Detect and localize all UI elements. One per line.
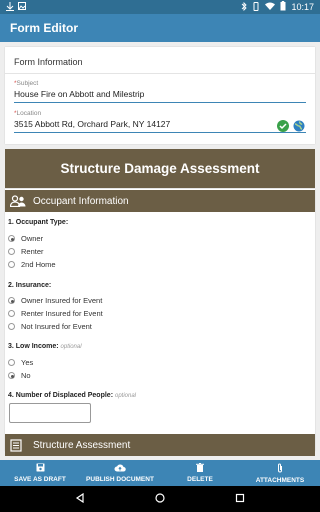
building-icon: [10, 438, 28, 452]
insurance-not-insured[interactable]: Not Insured for Event: [8, 322, 92, 331]
low-income-question: 3. Low Income: optional: [8, 343, 82, 350]
paperclip-icon: [277, 463, 283, 475]
subject-label: *Subject: [14, 80, 39, 87]
trash-icon: [196, 463, 204, 474]
displaced-people-question: 4. Number of Displaced People: optional: [8, 392, 137, 399]
low-income-no[interactable]: No: [8, 371, 31, 380]
app-title: Form Editor: [10, 21, 78, 35]
attachments-button[interactable]: ATTACHMENTS: [240, 460, 320, 486]
form-info-header: Form Information: [5, 47, 315, 74]
save-as-draft-button[interactable]: SAVE AS DRAFT: [0, 460, 80, 486]
bluetooth-icon: [241, 1, 248, 13]
occupant-section-header[interactable]: Occupant Information: [5, 190, 315, 212]
occupant-section-title: Occupant Information: [33, 195, 129, 207]
location-input[interactable]: 3515 Abbott Rd, Orchard Park, NY 14127: [14, 117, 306, 133]
home-icon[interactable]: [155, 490, 165, 508]
form-content[interactable]: Form Information *Subject House Fire on …: [0, 42, 320, 460]
banner-title: Structure Damage Assessment: [60, 161, 260, 176]
subject-field[interactable]: *Subject House Fire on Abbott and Milest…: [5, 80, 315, 103]
location-label: *Location: [14, 110, 42, 117]
structure-section-header[interactable]: Structure Assessment: [5, 434, 315, 456]
radio-icon: [8, 261, 15, 268]
radio-icon: [8, 310, 15, 317]
radio-icon: [8, 248, 15, 255]
displaced-people-input[interactable]: [9, 403, 91, 423]
bottom-action-bar: SAVE AS DRAFT PUBLISH DOCUMENT DELETE AT…: [0, 460, 320, 486]
radio-selected-icon: [8, 372, 15, 379]
insurance-owner-insured[interactable]: Owner Insured for Event: [8, 296, 102, 305]
app-bar: Form Editor: [0, 14, 320, 42]
download-icon: [6, 1, 14, 13]
publish-document-button[interactable]: PUBLISH DOCUMENT: [80, 460, 160, 486]
recents-icon[interactable]: [235, 490, 245, 508]
back-icon[interactable]: [75, 490, 85, 508]
check-icon: [277, 119, 289, 137]
system-nav-bar: [0, 486, 320, 512]
battery-icon: [280, 1, 286, 13]
occupant-type-renter[interactable]: Renter: [8, 247, 44, 256]
delete-button[interactable]: DELETE: [160, 460, 240, 486]
radio-icon: [8, 359, 15, 366]
structure-section-title: Structure Assessment: [33, 439, 131, 451]
save-icon: [36, 463, 45, 474]
occupant-type-owner[interactable]: Owner: [8, 234, 43, 243]
radio-selected-icon: [8, 235, 15, 242]
image-icon: [18, 2, 26, 12]
insurance-question: 2. Insurance:: [8, 282, 52, 289]
cloud-upload-icon: [114, 463, 126, 474]
people-icon: [10, 194, 28, 208]
clock-time: 10:17: [291, 2, 314, 12]
form-title-banner: Structure Damage Assessment: [5, 149, 315, 188]
insurance-renter-insured[interactable]: Renter Insured for Event: [8, 309, 103, 318]
radio-icon: [8, 323, 15, 330]
low-income-yes[interactable]: Yes: [8, 358, 33, 367]
location-field[interactable]: *Location 3515 Abbott Rd, Orchard Park, …: [5, 110, 315, 133]
status-bar: 10:17: [0, 0, 320, 14]
vibrate-icon: [252, 1, 260, 13]
subject-input[interactable]: House Fire on Abbott and Milestrip: [14, 87, 306, 103]
occupant-type-2nd-home[interactable]: 2nd Home: [8, 260, 56, 269]
globe-icon[interactable]: [293, 119, 305, 137]
wifi-icon: [265, 2, 276, 12]
radio-selected-icon: [8, 297, 15, 304]
form-info-card: Form Information *Subject House Fire on …: [5, 47, 315, 144]
occupant-type-question: 1. Occupant Type:: [8, 219, 69, 226]
